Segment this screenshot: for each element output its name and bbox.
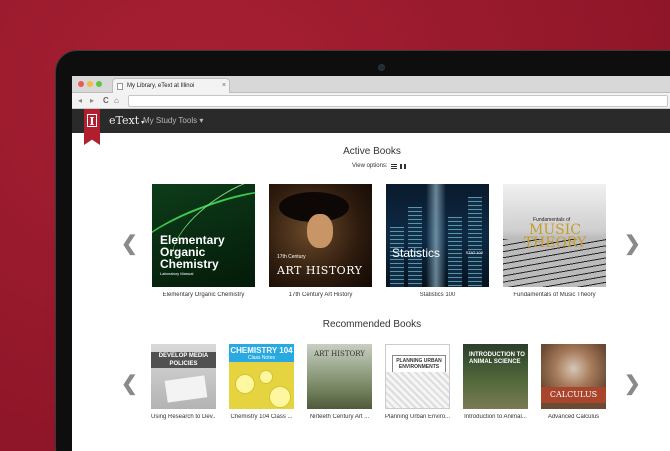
cover-title: CHEMISTRY 104 Class Notes <box>229 344 294 362</box>
cover-decoration <box>448 217 462 287</box>
recommended-book-planning-urban[interactable]: PLANNING URBAN ENVIRONMENTS Planning Urb… <box>385 344 450 420</box>
book-title[interactable]: Introduction to Animal... <box>463 414 528 420</box>
book-cover[interactable]: CHEMISTRY 104 Class Notes <box>229 344 294 409</box>
book-cover[interactable]: ART HISTORY <box>307 344 372 409</box>
recommended-next-arrow[interactable]: ❯ <box>624 374 641 394</box>
cover-decoration <box>269 386 291 408</box>
cover-decoration <box>468 197 482 287</box>
book-title[interactable]: Using Research to Dev... <box>151 414 216 420</box>
back-button[interactable]: ◂ <box>78 96 82 106</box>
book-title[interactable]: Chemistry 104 Class ... <box>229 414 294 420</box>
view-options-label: View options: <box>352 163 388 169</box>
cover-decoration <box>426 184 446 287</box>
book-title[interactable]: Statistics 100 <box>386 292 489 298</box>
book-cover[interactable]: Statistics STAT 100 <box>386 184 489 287</box>
cover-decoration <box>235 374 255 394</box>
book-title[interactable]: 17th Century Art History <box>269 292 372 298</box>
grid-view-icon[interactable] <box>399 163 406 169</box>
page-icon <box>117 83 123 90</box>
view-options: View options: <box>352 163 406 169</box>
cover-subtitle: Class Notes <box>248 355 275 361</box>
book-title[interactable]: Planning Urban Enviro... <box>385 414 450 420</box>
recommended-book-animal-science[interactable]: INTRODUCTION TO ANIMAL SCIENCE Introduct… <box>463 344 528 420</box>
active-book-music-theory[interactable]: Fundamentals of MUSIC THEORY Fundamental… <box>503 184 606 298</box>
cover-subtitle: STAT 100 <box>465 250 483 255</box>
recommended-book-media-policies[interactable]: DEVELOP MEDIA POLICIES Using Research to… <box>151 344 216 420</box>
active-book-statistics[interactable]: Statistics STAT 100 Statistics 100 <box>386 184 489 298</box>
forward-button[interactable]: ▸ <box>90 96 94 106</box>
etext-menu[interactable]: eText ▾ <box>109 114 144 127</box>
cover-title: INTRODUCTION TO ANIMAL SCIENCE <box>469 352 525 365</box>
book-cover[interactable]: 17th Century ART HISTORY <box>269 184 372 287</box>
book-title[interactable]: Nirteeth Century Art ... <box>307 414 372 420</box>
active-book-chemistry[interactable]: Elementary Organic Chemistry Laboratory … <box>152 184 255 298</box>
site-header: I eText ▾ My Study Tools ▾ <box>72 109 670 145</box>
cover-decoration <box>307 214 333 248</box>
study-tools-menu[interactable]: My Study Tools ▾ <box>143 116 203 125</box>
university-logo[interactable]: I <box>84 109 100 145</box>
book-title[interactable]: Fundamentals of Music Theory <box>503 292 606 298</box>
minimize-window-button[interactable] <box>87 81 93 87</box>
cover-subtitle: Laboratory Manual <box>160 271 194 276</box>
cover-decoration <box>259 370 273 384</box>
reload-button[interactable]: C <box>103 96 109 106</box>
cover-title: CALCULUS <box>541 387 606 403</box>
cover-title: DEVELOP MEDIA POLICIES <box>151 352 216 368</box>
recommended-prev-arrow[interactable]: ❮ <box>121 374 138 394</box>
active-book-art-history[interactable]: 17th Century ART HISTORY 17th Century Ar… <box>269 184 372 298</box>
browser-toolbar: ◂ ▸ C ⌂ <box>72 93 670 109</box>
list-view-icon[interactable] <box>390 163 397 169</box>
brand-label: eText <box>109 114 140 127</box>
cover-title: Statistics <box>392 246 441 260</box>
book-title[interactable]: Elementary Organic Chemistry <box>152 292 255 298</box>
close-window-button[interactable] <box>78 81 84 87</box>
book-cover[interactable]: CALCULUS <box>541 344 606 409</box>
book-cover[interactable]: DEVELOP MEDIA POLICIES <box>151 344 216 409</box>
book-cover[interactable]: Fundamentals of MUSIC THEORY <box>503 184 606 287</box>
webcam <box>378 64 385 71</box>
cover-decoration <box>386 372 449 408</box>
browser-tab[interactable]: My Library, eText at Illinoi × <box>112 78 230 93</box>
logo-letter: I <box>87 114 97 128</box>
window-controls <box>78 81 102 87</box>
cover-decoration <box>164 375 208 403</box>
recommended-book-chemistry-104[interactable]: CHEMISTRY 104 Class Notes Chemistry 104 … <box>229 344 294 420</box>
maximize-window-button[interactable] <box>96 81 102 87</box>
book-cover[interactable]: PLANNING URBAN ENVIRONMENTS <box>385 344 450 409</box>
book-cover[interactable]: Elementary Organic Chemistry Laboratory … <box>152 184 255 287</box>
home-button[interactable]: ⌂ <box>114 96 119 106</box>
cover-title: MUSIC THEORY <box>523 222 587 251</box>
recommended-book-art-history[interactable]: ART HISTORY Nirteeth Century Art ... <box>307 344 372 420</box>
cover-title: ART HISTORY <box>277 264 363 277</box>
cover-subtitle: 17th Century <box>277 254 306 260</box>
book-title[interactable]: Advanced Calculus <box>541 414 606 420</box>
laptop-screen: My Library, eText at Illinoi × ◂ ▸ C ⌂ I… <box>72 76 670 451</box>
active-books-title: Active Books <box>343 146 401 157</box>
cover-title: Elementary Organic Chemistry <box>160 233 225 271</box>
tab-title: My Library, eText at Illinoi <box>127 83 195 89</box>
cover-title: PLANNING URBAN ENVIRONMENTS <box>392 355 446 373</box>
recommended-books-title: Recommended Books <box>322 319 422 330</box>
cover-title-text: CHEMISTRY 104 <box>230 346 293 355</box>
close-tab-icon[interactable]: × <box>222 82 226 89</box>
active-next-arrow[interactable]: ❯ <box>624 234 641 254</box>
browser-tab-bar: My Library, eText at Illinoi × <box>72 76 670 93</box>
address-bar[interactable] <box>128 95 668 107</box>
recommended-book-calculus[interactable]: CALCULUS Advanced Calculus <box>541 344 606 420</box>
cover-title: ART HISTORY <box>314 350 365 358</box>
active-prev-arrow[interactable]: ❮ <box>121 234 138 254</box>
book-cover[interactable]: INTRODUCTION TO ANIMAL SCIENCE <box>463 344 528 409</box>
